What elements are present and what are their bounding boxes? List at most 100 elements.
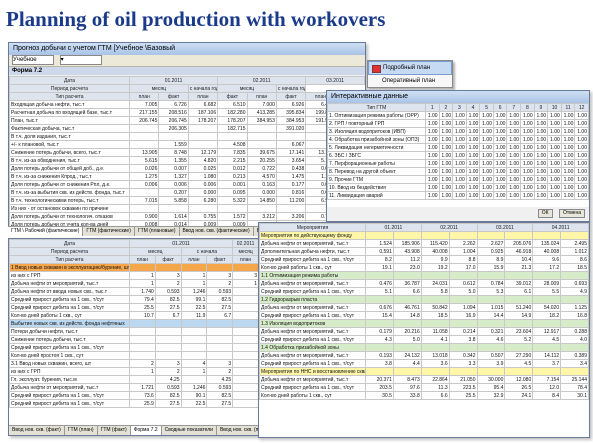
table-cell[interactable]: 1.00 xyxy=(547,159,562,168)
table-cell[interactable]: 21.050 xyxy=(448,375,478,384)
table-cell[interactable]: 3 xyxy=(206,271,234,280)
table-cell[interactable] xyxy=(392,295,422,304)
table-cell[interactable]: 1.00 xyxy=(547,183,562,192)
table-cell[interactable]: 1.00 xyxy=(560,175,576,184)
workovers-grid[interactable]: Мероприятия 01.2011 02.2011 03.2011 04.2011 М… xyxy=(259,223,589,437)
table-cell[interactable] xyxy=(129,319,156,328)
table-cell[interactable]: 1.00 xyxy=(425,175,440,184)
table-cell[interactable]: 1.00 xyxy=(438,175,454,184)
table-cell[interactable]: 0.784 xyxy=(476,279,506,288)
table-cell[interactable]: 14.4 xyxy=(476,311,506,320)
table-cell[interactable]: 26.5 xyxy=(504,383,534,392)
table-cell[interactable]: 1.00 xyxy=(533,127,549,136)
table-cell[interactable]: 39.012 xyxy=(504,279,534,288)
table-cell[interactable]: 1.00 xyxy=(560,167,576,176)
table-cell[interactable] xyxy=(232,319,259,328)
table-cell[interactable] xyxy=(504,343,534,352)
table-cell[interactable]: 24.132 xyxy=(392,351,422,360)
table-cell[interactable]: 3.654 xyxy=(275,156,307,165)
table-cell[interactable]: 1.00 xyxy=(425,143,440,152)
table-cell[interactable]: 1.00 xyxy=(574,159,589,168)
table-cell[interactable]: 1.00 xyxy=(574,167,589,176)
table-cell[interactable]: 1.00 xyxy=(425,191,440,200)
table-cell[interactable]: 1.00 xyxy=(492,119,508,128)
table-cell[interactable]: 0.755 xyxy=(187,212,219,221)
table-cell[interactable]: 3 xyxy=(206,359,234,368)
table-cell[interactable]: 1.00 xyxy=(425,183,440,192)
table-cell[interactable]: 1.00 xyxy=(452,183,467,192)
lower-grid[interactable]: Дата 01.2011 02.2011 Период расчета месяц с н… xyxy=(9,239,259,425)
table-cell[interactable]: 1.00 xyxy=(465,183,481,192)
table-cell[interactable]: 1.00 xyxy=(425,151,440,160)
table-cell[interactable]: 30.000 xyxy=(476,375,506,384)
table-cell[interactable]: 0.676 xyxy=(365,303,394,312)
table-cell[interactable]: 178.207 xyxy=(187,116,219,125)
table-cell[interactable]: 3.7 xyxy=(532,359,562,368)
table-cell[interactable] xyxy=(392,231,422,240)
table-cell[interactable] xyxy=(154,319,182,328)
table-cell[interactable] xyxy=(129,351,156,360)
table-cell[interactable] xyxy=(232,391,259,400)
table-cell[interactable]: 4.9 xyxy=(560,287,589,296)
table-cell[interactable]: 8.6 xyxy=(560,255,589,264)
table-cell[interactable] xyxy=(275,132,307,141)
table-cell[interactable] xyxy=(187,124,219,133)
table-cell[interactable] xyxy=(129,343,156,352)
table-cell[interactable]: 54.020 xyxy=(532,303,562,312)
table-cell[interactable] xyxy=(232,367,259,376)
table-cell[interactable]: 2 xyxy=(154,279,182,288)
table-cell[interactable]: 1.00 xyxy=(452,143,467,152)
table-cell[interactable]: 7.154 xyxy=(532,375,562,384)
table-cell[interactable]: 12.179 xyxy=(187,148,219,157)
table-cell[interactable]: 13.905 xyxy=(128,148,160,157)
table-cell[interactable]: 0.214 xyxy=(448,327,478,336)
table-cell[interactable]: 0.288 xyxy=(560,327,589,336)
table-cell[interactable]: 0.177 xyxy=(275,180,307,189)
table-cell[interactable]: 73.6 xyxy=(129,391,156,400)
table-cell[interactable] xyxy=(448,231,478,240)
table-cell[interactable]: 3.6 xyxy=(420,359,450,368)
table-cell[interactable]: 17.2 xyxy=(532,263,562,272)
table-cell[interactable]: 0.593 xyxy=(206,287,234,296)
table-cell[interactable] xyxy=(232,311,259,320)
table-cell[interactable]: 1.00 xyxy=(533,175,549,184)
table-cell[interactable]: 16.8 xyxy=(560,311,589,320)
table-cell[interactable]: 7.000 xyxy=(246,100,277,109)
table-cell[interactable]: 1 xyxy=(180,271,208,280)
table-cell[interactable]: 1.00 xyxy=(438,167,454,176)
table-cell[interactable] xyxy=(206,319,234,328)
table-cell[interactable]: 1.00 xyxy=(506,167,522,176)
table-cell[interactable] xyxy=(129,263,156,272)
table-cell[interactable]: 1.00 xyxy=(465,191,481,200)
table-cell[interactable]: 7.835 xyxy=(217,148,248,157)
table-cell[interactable]: 1.00 xyxy=(560,159,576,168)
table-cell[interactable]: 28.009 xyxy=(532,279,562,288)
table-cell[interactable]: 1.00 xyxy=(506,127,522,136)
table-cell[interactable]: 1.00 xyxy=(506,183,522,192)
table-cell[interactable]: 1.00 xyxy=(574,127,589,136)
table-cell[interactable]: 1.00 xyxy=(438,111,454,120)
table-cell[interactable]: 0.722 xyxy=(246,164,277,173)
table-cell[interactable]: 205.076 xyxy=(504,239,534,248)
table-cell[interactable]: 0.342 xyxy=(448,351,478,360)
table-cell[interactable]: 97.6 xyxy=(392,383,422,392)
table-cell[interactable]: 1.00 xyxy=(479,111,494,120)
table-cell[interactable]: 5.3 xyxy=(476,287,506,296)
table-cell[interactable]: 1.00 xyxy=(492,159,508,168)
table-cell[interactable]: 22.864 xyxy=(420,375,450,384)
table-cell[interactable]: 1.00 xyxy=(520,119,535,128)
table-cell[interactable] xyxy=(532,271,562,280)
table-cell[interactable]: 0.389 xyxy=(560,351,589,360)
table-cell[interactable] xyxy=(532,295,562,304)
table-cell[interactable]: 30.5 xyxy=(365,391,394,400)
table-cell[interactable] xyxy=(392,367,422,376)
table-cell[interactable]: 9.9 xyxy=(420,255,450,264)
table-cell[interactable]: 6.682 xyxy=(187,100,219,109)
table-cell[interactable]: 1.00 xyxy=(533,119,549,128)
table-cell[interactable]: 24.031 xyxy=(420,279,450,288)
table-cell[interactable]: 1.00 xyxy=(506,119,522,128)
table-cell[interactable] xyxy=(560,271,589,280)
table-cell[interactable] xyxy=(129,335,156,344)
table-cell[interactable] xyxy=(158,132,189,141)
table-cell[interactable]: 3 xyxy=(232,271,259,280)
